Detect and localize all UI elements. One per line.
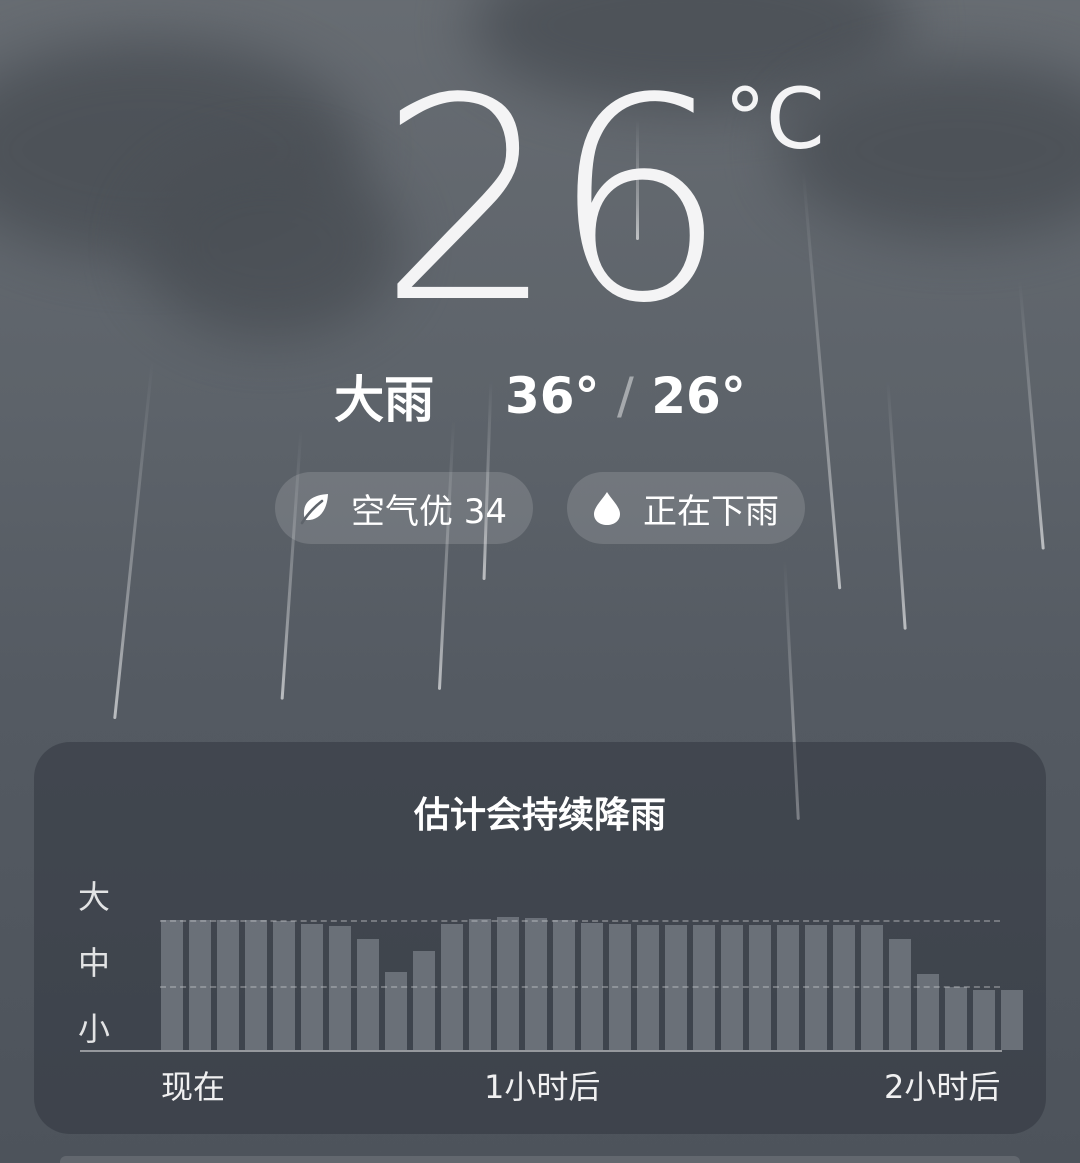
precipitation-bar (273, 920, 295, 1050)
y-label-light: 小 (78, 1010, 111, 1048)
x-label-one-hour: 1小时后 (484, 1068, 601, 1106)
forecast-title: 估计会持续降雨 (413, 795, 666, 836)
precipitation-bar (973, 989, 995, 1050)
precipitation-bar (553, 919, 575, 1050)
chart-baseline (80, 1050, 1002, 1052)
precipitation-bar (917, 974, 939, 1050)
x-label-two-hours: 2小时后 (884, 1068, 1001, 1106)
precipitation-bar (945, 987, 967, 1050)
precipitation-bar (609, 924, 631, 1050)
precipitation-bar (189, 920, 211, 1050)
precipitation-bar (861, 924, 883, 1050)
precipitation-bar (749, 924, 771, 1050)
precipitation-bar (525, 918, 547, 1050)
precipitation-bar (441, 923, 463, 1050)
precipitation-bar (693, 924, 715, 1050)
water-drop-icon (589, 490, 625, 526)
range-separator: / (616, 367, 634, 425)
precipitation-bar (217, 920, 239, 1050)
precipitation-bar (665, 924, 687, 1050)
condition-row: 大雨 36° / 26° (0, 360, 1080, 432)
precipitation-bar (161, 920, 183, 1050)
precipitation-bar (889, 939, 911, 1050)
air-quality-label: 空气优 34 (350, 491, 508, 532)
rain-status-label: 正在下雨 (643, 491, 780, 532)
precipitation-bar (301, 924, 323, 1050)
temperature-unit: °C (724, 70, 825, 168)
precipitation-bar (245, 920, 267, 1050)
precipitation-bar (413, 951, 435, 1050)
air-quality-chip[interactable]: 空气优 34 (274, 472, 534, 544)
precipitation-bar (385, 972, 407, 1050)
precipitation-bar (357, 939, 379, 1050)
x-label-now: 现在 (161, 1068, 226, 1106)
precipitation-bar (1001, 989, 1023, 1050)
temperature-high: 36° (504, 367, 600, 425)
leaf-icon (297, 490, 333, 526)
info-chips: 空气优 34 正在下雨 (0, 472, 1080, 544)
precipitation-bar (721, 924, 743, 1050)
precipitation-bar (497, 917, 519, 1050)
current-temperature: 26 (378, 39, 728, 365)
precipitation-bar (329, 925, 351, 1050)
next-card-edge (60, 1156, 1020, 1163)
temperature-low: 26° (651, 367, 746, 425)
y-label-heavy: 大 (78, 878, 111, 916)
precipitation-forecast-card: 估计会持续降雨 大 中 小 现在 1小时后 2小时后 (34, 742, 1046, 1134)
rain-status-chip[interactable]: 正在下雨 (567, 472, 806, 544)
precipitation-bar (805, 924, 827, 1050)
weather-condition: 大雨 (334, 371, 435, 429)
precipitation-bar (469, 919, 491, 1050)
precipitation-bar (833, 924, 855, 1050)
y-label-medium: 中 (78, 944, 111, 982)
precipitation-bar (777, 924, 799, 1050)
precipitation-bar (637, 924, 659, 1050)
precipitation-bar (581, 922, 603, 1050)
